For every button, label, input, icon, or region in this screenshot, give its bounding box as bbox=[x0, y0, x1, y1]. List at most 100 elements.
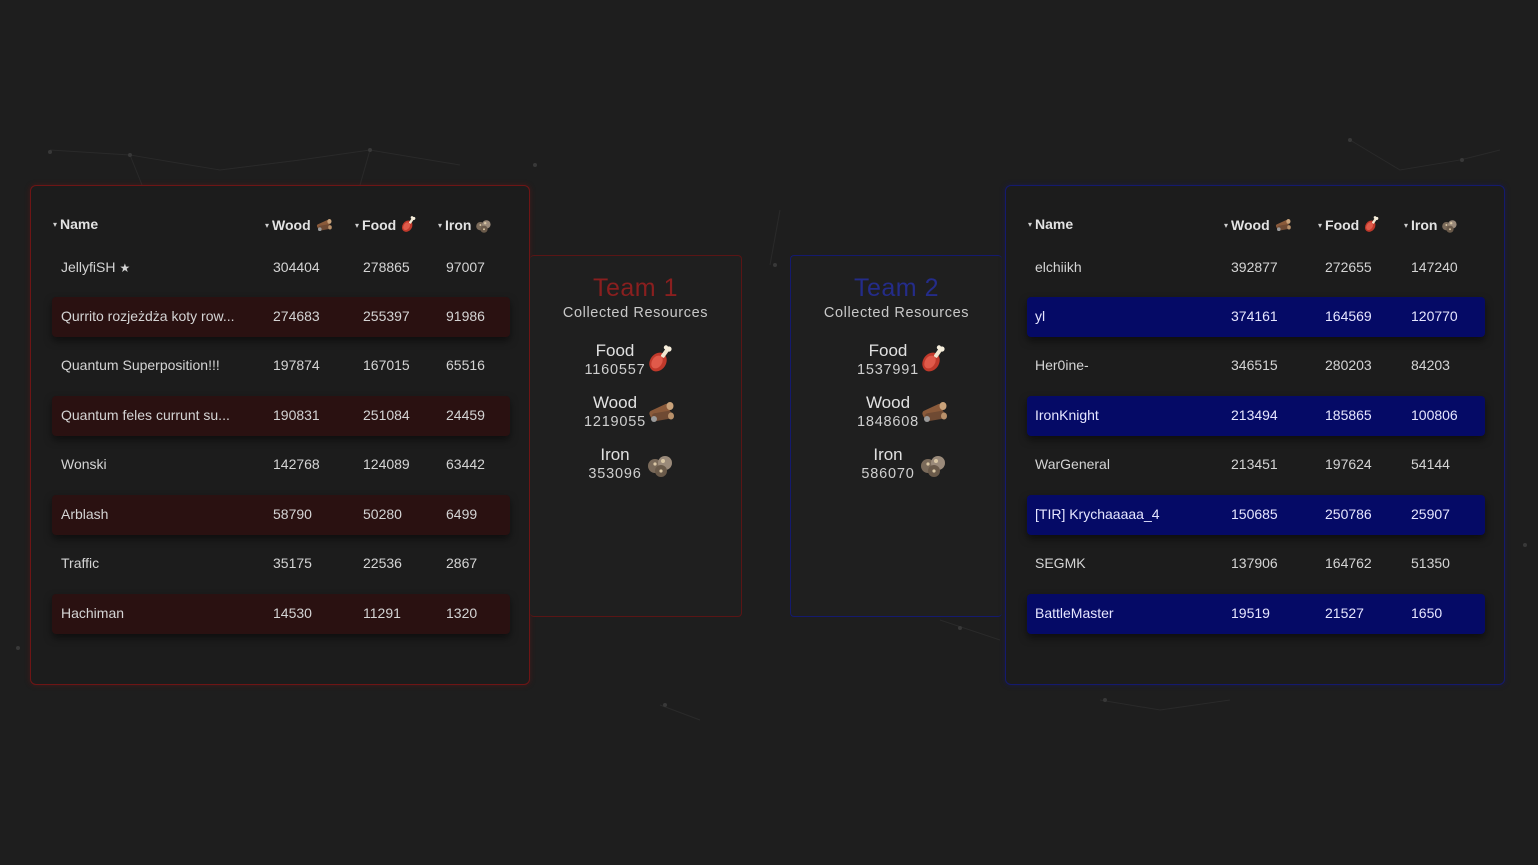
food-value: 272655 bbox=[1325, 259, 1372, 275]
team2-summary-card: Team 2 Collected Resources Food 1537991 … bbox=[790, 255, 1002, 617]
wood-value: 197874 bbox=[273, 357, 320, 373]
wood-value: 274683 bbox=[273, 308, 320, 324]
iron-value: 51350 bbox=[1411, 555, 1450, 571]
iron-value: 100806 bbox=[1411, 407, 1458, 423]
table-row[interactable]: elchiikh 392877 272655 147240 bbox=[1027, 248, 1485, 288]
iron-value: 120770 bbox=[1411, 308, 1458, 324]
meat-icon bbox=[919, 345, 949, 375]
meat-icon bbox=[1362, 216, 1382, 234]
table-row[interactable]: JellyfiSH ★ 304404 278865 97007 bbox=[52, 248, 510, 288]
iron-value: 54144 bbox=[1411, 456, 1450, 472]
sort-by-food-header[interactable]: ▾ Food bbox=[1318, 216, 1382, 234]
sort-by-name-header[interactable]: ▾ Name bbox=[1028, 216, 1073, 232]
wood-icon bbox=[1273, 216, 1293, 234]
food-value: 250786 bbox=[1325, 506, 1372, 522]
wood-value: 58790 bbox=[273, 506, 312, 522]
table-row[interactable]: WarGeneral 213451 197624 54144 bbox=[1027, 445, 1485, 485]
iron-ore-icon bbox=[646, 449, 676, 479]
sort-by-food-header[interactable]: ▾ Food bbox=[355, 216, 419, 234]
player-name: Quantum feles currunt su... bbox=[61, 407, 230, 423]
sort-by-iron-header[interactable]: ▾ Iron bbox=[1404, 216, 1460, 234]
wood-value: 374161 bbox=[1231, 308, 1278, 324]
resource-wood: Wood 1219055 bbox=[530, 393, 741, 443]
table-header: ▾ Name ▾ Wood ▾ Food ▾ Iron bbox=[1028, 216, 1482, 238]
table-row[interactable]: BattleMaster 19519 21527 1650 bbox=[1027, 594, 1485, 634]
wood-value: 190831 bbox=[273, 407, 320, 423]
team1-subtitle: Collected Resources bbox=[562, 305, 709, 321]
wood-icon bbox=[919, 397, 949, 427]
sort-by-wood-header[interactable]: ▾ Wood bbox=[1224, 216, 1293, 234]
meat-icon bbox=[399, 216, 419, 234]
food-value: 22536 bbox=[363, 555, 402, 571]
iron-value: 63442 bbox=[446, 456, 485, 472]
table-row[interactable]: Qurrito rozjeżdża koty row... 274683 255… bbox=[52, 297, 510, 337]
wood-value: 304404 bbox=[273, 259, 320, 275]
iron-value: 6499 bbox=[446, 506, 478, 522]
scoreboard-screen: ▾ Name ▾ Wood ▾ Food ▾ Iron JellyfiSH ★ 3… bbox=[0, 0, 1538, 865]
sort-by-wood-header[interactable]: ▾ Wood bbox=[265, 216, 334, 234]
wood-value: 19519 bbox=[1231, 605, 1270, 621]
sort-by-iron-header[interactable]: ▾ Iron bbox=[438, 216, 494, 234]
resource-iron: Iron 353096 bbox=[530, 445, 741, 495]
food-value: 255397 bbox=[363, 308, 410, 324]
team2-subtitle: Collected Resources bbox=[823, 305, 970, 321]
table-header: ▾ Name ▾ Wood ▾ Food ▾ Iron bbox=[53, 216, 507, 238]
wood-value: 213451 bbox=[1231, 456, 1278, 472]
food-value: 11291 bbox=[363, 605, 401, 621]
table-row[interactable]: [TIR] Krychaaaaa_4 150685 250786 25907 bbox=[1027, 495, 1485, 535]
food-value: 197624 bbox=[1325, 456, 1372, 472]
wood-value: 150685 bbox=[1231, 506, 1278, 522]
header-label: Wood bbox=[1231, 217, 1270, 233]
player-name: Her0ine- bbox=[1035, 357, 1089, 373]
resource-wood: Wood 1848608 bbox=[791, 393, 1002, 443]
team2-player-table: ▾ Name ▾ Wood ▾ Food ▾ Iron elchiikh 392… bbox=[1005, 185, 1505, 685]
iron-value: 91986 bbox=[446, 308, 485, 324]
wood-value: 213494 bbox=[1231, 407, 1278, 423]
food-value: 278865 bbox=[363, 259, 410, 275]
food-value: 167015 bbox=[363, 357, 410, 373]
iron-value: 25907 bbox=[1411, 506, 1450, 522]
wood-value: 346515 bbox=[1231, 357, 1278, 373]
resource-value: 1537991 bbox=[856, 362, 920, 378]
player-name: Traffic bbox=[61, 555, 100, 571]
sort-caret-icon: ▾ bbox=[1028, 219, 1033, 229]
player-name: Wonski bbox=[61, 456, 107, 472]
sort-caret-icon: ▾ bbox=[1224, 220, 1229, 230]
food-value: 280203 bbox=[1325, 357, 1372, 373]
table-row[interactable]: Wonski 142768 124089 63442 bbox=[52, 445, 510, 485]
table-row[interactable]: Her0ine- 346515 280203 84203 bbox=[1027, 346, 1485, 386]
wood-value: 35175 bbox=[273, 555, 312, 571]
table-row[interactable]: Quantum Superposition!!! 197874 167015 6… bbox=[52, 346, 510, 386]
iron-ore-icon bbox=[1440, 216, 1460, 234]
header-label: Name bbox=[1035, 216, 1074, 232]
player-name: Quantum Superposition!!! bbox=[61, 357, 220, 373]
food-value: 251084 bbox=[363, 407, 410, 423]
player-name: [TIR] Krychaaaaa_4 bbox=[1035, 506, 1160, 522]
iron-value: 1650 bbox=[1411, 605, 1443, 621]
sort-caret-icon: ▾ bbox=[265, 220, 270, 230]
resource-food: Food 1537991 bbox=[791, 341, 1002, 391]
food-value: 124089 bbox=[363, 456, 410, 472]
table-row[interactable]: Quantum feles currunt su... 190831 25108… bbox=[52, 396, 510, 436]
table-row[interactable]: Traffic 35175 22536 2867 bbox=[52, 544, 510, 584]
sort-caret-icon: ▾ bbox=[1318, 220, 1323, 230]
resource-label: Iron bbox=[873, 445, 903, 464]
iron-value: 2867 bbox=[446, 555, 478, 571]
resource-food: Food 1160557 bbox=[530, 341, 741, 391]
header-label: Iron bbox=[1411, 217, 1438, 233]
iron-value: 147240 bbox=[1411, 259, 1458, 275]
food-value: 164762 bbox=[1325, 555, 1372, 571]
table-row[interactable]: Hachiman 14530 11291 1320 bbox=[52, 594, 510, 634]
sort-by-name-header[interactable]: ▾ Name bbox=[53, 216, 98, 232]
table-row[interactable]: SEGMK 137906 164762 51350 bbox=[1027, 544, 1485, 584]
player-name: elchiikh bbox=[1035, 259, 1082, 275]
table-row[interactable]: yl 374161 164569 120770 bbox=[1027, 297, 1485, 337]
sort-caret-icon: ▾ bbox=[53, 219, 58, 229]
food-value: 164569 bbox=[1325, 308, 1372, 324]
player-name: JellyfiSH ★ bbox=[61, 259, 131, 275]
iron-value: 24459 bbox=[446, 407, 485, 423]
team2-title: Team 2 bbox=[854, 274, 939, 302]
table-row[interactable]: Arblash 58790 50280 6499 bbox=[52, 495, 510, 535]
table-row[interactable]: IronKnight 213494 185865 100806 bbox=[1027, 396, 1485, 436]
iron-value: 65516 bbox=[446, 357, 485, 373]
